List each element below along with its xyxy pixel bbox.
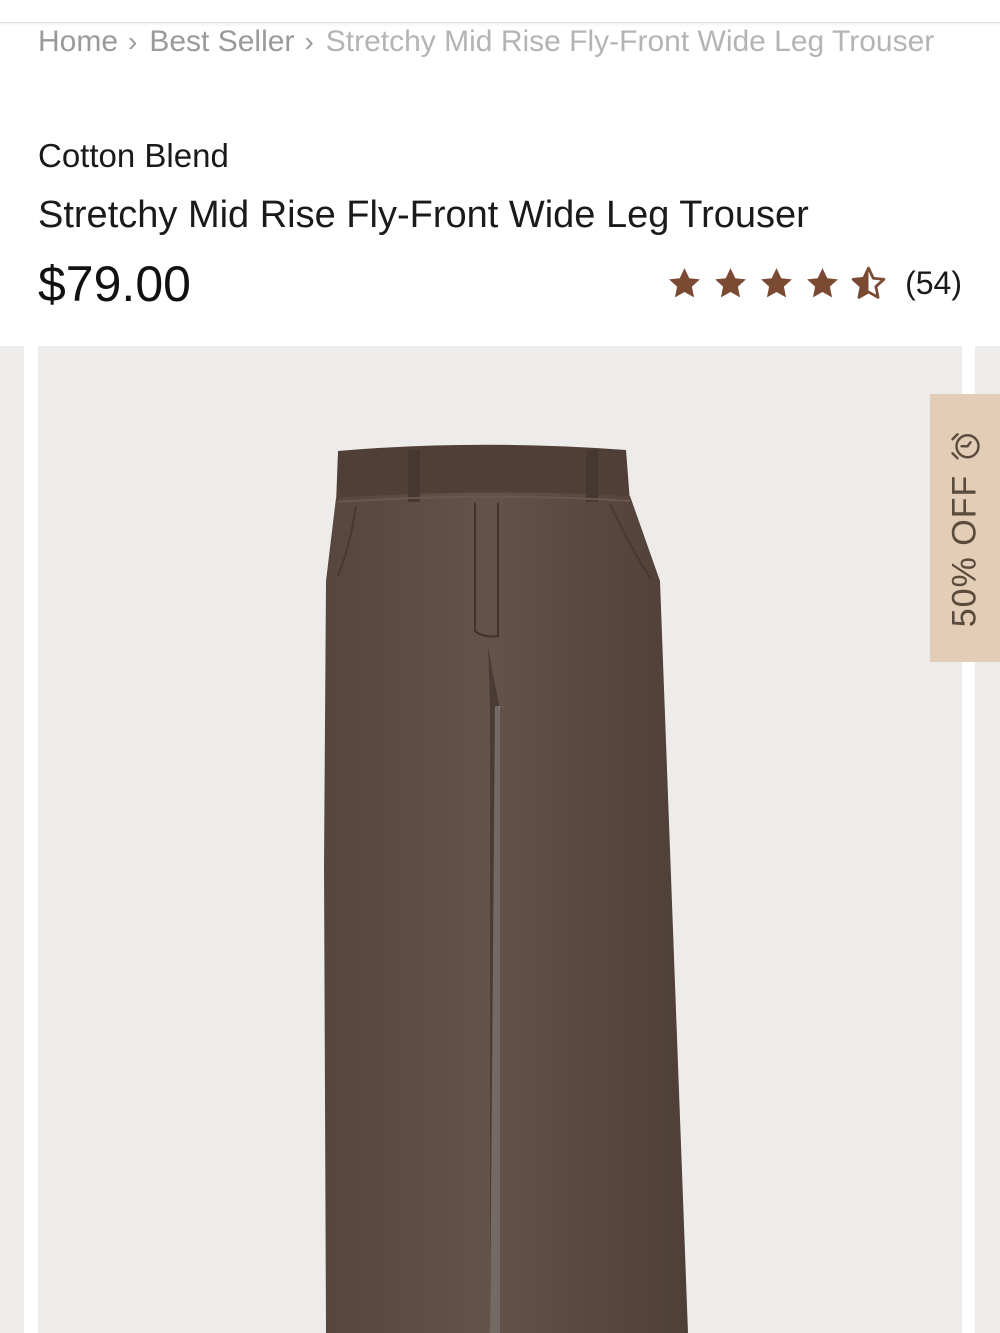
product-price: $79.00 xyxy=(38,256,191,312)
chevron-right-icon: › xyxy=(128,26,138,57)
sale-tag-label: 50% OFF xyxy=(945,474,984,628)
alarm-clock-icon xyxy=(950,432,980,459)
star-filled-icon xyxy=(761,267,793,297)
product-collection: Cotton Blend xyxy=(38,137,229,174)
star-half-icon xyxy=(851,266,886,299)
product-image xyxy=(324,444,688,1333)
top-bar xyxy=(0,0,1000,23)
product-image-slide[interactable] xyxy=(38,346,962,1333)
trousers-illustration xyxy=(324,444,688,1333)
rating-stars xyxy=(666,265,887,302)
chevron-right-icon: › xyxy=(304,26,314,57)
breadcrumb-best-seller[interactable]: Best Seller xyxy=(149,25,294,58)
previous-image-peek[interactable] xyxy=(0,346,24,1333)
sale-tag[interactable]: 50% OFF xyxy=(930,394,1000,662)
breadcrumb-home[interactable]: Home xyxy=(38,25,118,58)
review-count[interactable]: (54) xyxy=(905,265,962,302)
star-filled-icon xyxy=(715,267,747,297)
star-filled-icon xyxy=(807,267,839,297)
breadcrumb-current: Stretchy Mid Rise Fly-Front Wide Leg Tro… xyxy=(325,25,935,58)
product-gallery[interactable] xyxy=(0,346,1000,1333)
product-rating[interactable]: (54) xyxy=(666,260,962,306)
breadcrumb: Home › Best Seller › Stretchy Mid Rise Fly-F… xyxy=(38,22,938,62)
product-title: Stretchy Mid Rise Fly-Front Wide Leg Tro… xyxy=(38,194,809,236)
star-filled-icon xyxy=(669,267,701,297)
